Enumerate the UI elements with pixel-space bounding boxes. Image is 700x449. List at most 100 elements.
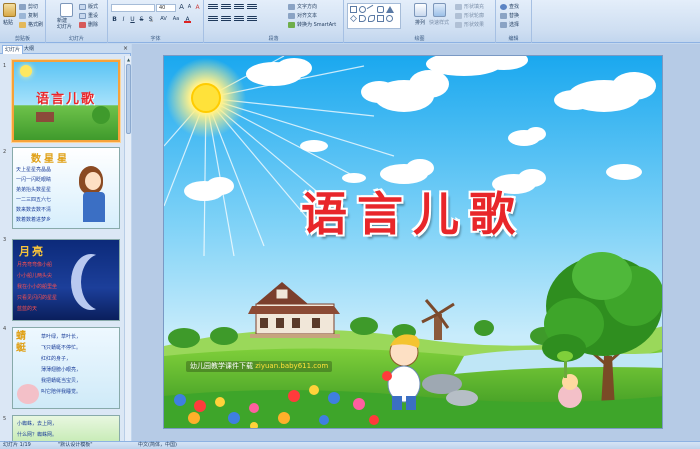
smartart-button[interactable]: 转换为 SmartArt — [288, 21, 336, 28]
align-text-button[interactable]: 对齐文本 — [288, 12, 317, 19]
shrink-font-button[interactable]: A — [186, 4, 193, 11]
scroll-thumb[interactable] — [126, 64, 131, 134]
new-slide-icon[interactable] — [60, 3, 73, 17]
smartart-icon — [288, 21, 295, 28]
increase-indent-icon[interactable] — [247, 4, 257, 10]
ribbon: 粘贴 剪切 复制 格式刷 剪贴板 新建 幻灯片 版式 重设 删除 幻灯片 40 … — [0, 0, 700, 43]
thumbnail-number: 2 — [3, 149, 7, 155]
quick-styles-icon[interactable] — [433, 3, 446, 17]
thumbnail-slide-3[interactable]: 月亮 月亮弯弯像小船 小小船儿两头尖 我在小小的船里坐 只看见闪闪的星星 蓝蓝的… — [12, 239, 120, 321]
thumbnail-title: 语言儿歌 — [35, 92, 96, 107]
clipboard-group: 粘贴 剪切 复制 格式刷 剪贴板 — [0, 0, 46, 43]
thumbnail-slide-5[interactable]: 小蜘蛛，去上网， 什么网？蜘蛛网。 — [12, 415, 120, 441]
replace-button[interactable]: 替换 — [500, 12, 519, 19]
reset-icon — [79, 12, 86, 19]
select-button[interactable]: 选择 — [500, 21, 519, 28]
justify-icon[interactable] — [247, 16, 257, 22]
banner-url[interactable]: ziyuan.baby611.com — [255, 362, 328, 370]
copy-button[interactable]: 复制 — [19, 12, 38, 19]
paragraph-group: 文字方向 对齐文本 转换为 SmartArt 段落 — [204, 0, 344, 43]
triangle-shape-icon[interactable] — [386, 6, 394, 13]
numbering-icon[interactable] — [221, 4, 231, 10]
brush-icon — [19, 21, 26, 28]
grow-font-button[interactable]: A — [178, 4, 185, 11]
editing-group: 查找 替换 选择 编辑 — [496, 0, 532, 43]
paste-button[interactable]: 粘贴 — [3, 19, 13, 26]
new-slide-button[interactable]: 新建 幻灯片 — [57, 18, 72, 30]
thumbnail-slide-4[interactable]: 蜻蜓 草叶绿，草叶长， 飞只蜻蜓不停忙。 红红的身子， 薄薄翅膀小眼亮， 我把蜻… — [12, 327, 120, 409]
rounded-rect-icon[interactable] — [377, 6, 384, 13]
sun-icon — [20, 65, 32, 77]
delete-button[interactable]: 删除 — [79, 21, 98, 28]
clipboard-label: 剪贴板 — [14, 36, 30, 42]
house-icon — [36, 112, 54, 122]
underline-button[interactable]: U — [129, 16, 136, 23]
current-slide[interactable]: 语言儿歌 幼儿园教学课件下载 ziyuan.baby611.com — [163, 55, 663, 429]
tab-slides[interactable]: 幻灯片 — [2, 45, 24, 54]
clear-format-button[interactable]: A — [194, 4, 201, 11]
shape-effects-button[interactable]: 形状效果 — [455, 21, 484, 28]
text-direction-button[interactable]: 文字方向 — [288, 3, 317, 10]
diamond-shape-icon[interactable] — [350, 15, 357, 22]
tab-outline[interactable]: 大纲 — [22, 45, 36, 54]
thumbnail-body: 天上星星亮晶晶 一闪一闪眨眼睛 弟弟抬头数星星 一二三四五六七 数来数去数不清 … — [16, 167, 52, 223]
cursor-icon — [500, 21, 507, 28]
status-slide-position: 幻灯片 1/19 — [3, 442, 31, 448]
layout-icon — [79, 3, 86, 10]
crescent-moon-icon — [81, 254, 119, 310]
thumbnail-number: 1 — [3, 63, 7, 69]
shape-fill-button[interactable]: 形状填充 — [455, 3, 484, 10]
line-shape-icon[interactable] — [366, 4, 377, 15]
copy-icon — [19, 12, 26, 19]
slide-title[interactable]: 语言儿歌 — [164, 178, 662, 244]
quick-styles-button[interactable]: 快速样式 — [429, 19, 449, 26]
smiley-shape-icon[interactable] — [386, 15, 393, 22]
format-painter-button[interactable]: 格式刷 — [19, 21, 43, 28]
arrange-icon[interactable] — [414, 3, 427, 17]
decrease-indent-icon[interactable] — [234, 4, 244, 10]
change-case-button[interactable]: Aa — [171, 16, 181, 23]
rectangle-shape-icon[interactable] — [350, 6, 357, 13]
thumbnail-number: 4 — [3, 326, 7, 332]
status-language[interactable]: 中文(简体，中国) — [138, 442, 177, 449]
reset-button[interactable]: 重设 — [79, 12, 98, 19]
status-theme: "默认设计模板" — [58, 442, 93, 448]
tree-icon — [92, 106, 110, 124]
align-center-icon[interactable] — [221, 16, 231, 22]
layout-button[interactable]: 版式 — [79, 3, 98, 10]
status-bar: 幻灯片 1/19 "默认设计模板" 中文(简体，中国) — [0, 441, 700, 449]
font-name-combo[interactable] — [111, 4, 155, 12]
close-icon[interactable]: × — [123, 45, 128, 52]
pane-tabs: 幻灯片 大纲 × — [0, 44, 131, 54]
cut-button[interactable]: 剪切 — [19, 3, 38, 10]
thumbnail-scrollbar[interactable]: ▲ — [124, 56, 131, 441]
strikethrough-button[interactable]: S — [138, 16, 145, 23]
arrow-shape-icon[interactable] — [359, 15, 366, 22]
arrange-button[interactable]: 排列 — [415, 19, 425, 26]
curve-shape-icon[interactable] — [368, 15, 375, 22]
find-button[interactable]: 查找 — [500, 3, 519, 10]
paste-icon[interactable] — [3, 3, 16, 17]
thumbnail-number: 5 — [3, 416, 7, 422]
thumbnail-number: 3 — [3, 237, 7, 243]
bold-button[interactable]: B — [111, 16, 118, 23]
oval-shape-icon[interactable] — [359, 6, 366, 13]
bullets-icon[interactable] — [208, 4, 218, 10]
shape-outline-button[interactable]: 形状轮廓 — [455, 12, 484, 19]
star-shape-icon[interactable] — [377, 15, 384, 22]
thumbnail-title: 数星星 — [31, 154, 70, 165]
italic-button[interactable]: I — [120, 16, 127, 23]
shapes-gallery[interactable] — [347, 3, 401, 29]
girl-face-icon — [85, 172, 101, 190]
thumbnail-body: 草叶绿，草叶长， 飞只蜻蜓不停忙。 红红的身子， 薄薄翅膀小眼亮， 我把蜻蜓当宝… — [41, 334, 82, 395]
font-size-combo[interactable]: 40 — [156, 4, 176, 12]
scroll-up-icon[interactable]: ▲ — [125, 56, 132, 63]
char-spacing-button[interactable]: AV — [158, 16, 169, 23]
font-color-button[interactable]: A — [184, 16, 191, 23]
drawing-label: 绘图 — [414, 36, 425, 42]
thumbnail-slide-1[interactable]: 语言儿歌 — [12, 60, 120, 142]
thumbnail-slide-2[interactable]: 数星星 天上星星亮晶晶 一闪一闪眨眼睛 弟弟抬头数星星 一二三四五六七 数来数去… — [12, 147, 120, 229]
align-right-icon[interactable] — [234, 16, 244, 22]
align-left-icon[interactable] — [208, 16, 218, 22]
shadow-button[interactable]: S — [147, 16, 154, 23]
